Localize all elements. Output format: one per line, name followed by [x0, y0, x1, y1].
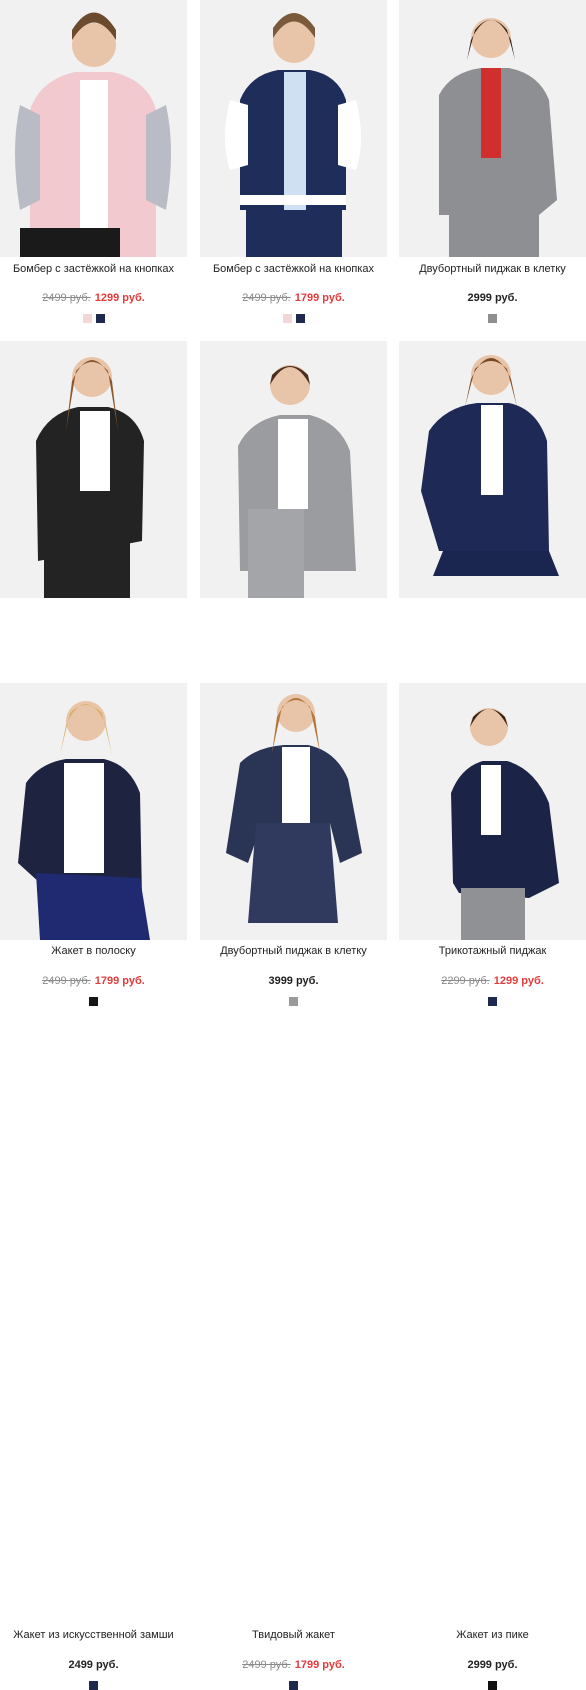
old-price: 2499 руб.	[42, 975, 91, 987]
product-photo[interactable]	[399, 341, 586, 598]
product-photo[interactable]	[399, 0, 586, 257]
product-grid: Бомбер с застёжкой на кнопках 2499 руб. 1…	[0, 0, 586, 1690]
color-swatches	[200, 997, 387, 1006]
product-name[interactable]: Бомбер с застёжкой на кнопках	[200, 263, 387, 275]
old-price: 2499 руб.	[42, 292, 91, 304]
price: 2999 руб.	[467, 292, 518, 304]
color-swatches	[399, 997, 586, 1006]
color-swatches	[0, 997, 187, 1006]
sale-price: 1799 руб.	[294, 292, 345, 304]
product-photo[interactable]	[200, 0, 387, 257]
color-swatches	[200, 1681, 387, 1690]
color-swatch[interactable]	[488, 1681, 497, 1690]
product-prices: 2499 руб. 1799 руб.	[200, 292, 387, 304]
sale-price: 1299 руб.	[94, 292, 145, 304]
price: 3999 руб.	[268, 975, 319, 987]
product-prices: 2999 руб.	[399, 1659, 586, 1671]
product-prices: 2299 руб. 1299 руб.	[399, 975, 586, 987]
product-name[interactable]: Трикотажный пиджак	[399, 945, 586, 957]
color-swatch[interactable]	[488, 997, 497, 1006]
product-name[interactable]: Твидовый жакет	[200, 1629, 387, 1641]
color-swatch[interactable]	[488, 314, 497, 323]
product-name[interactable]: Двубортный пиджак в клетку	[200, 945, 387, 957]
color-swatch[interactable]	[95, 314, 105, 323]
color-swatches	[0, 314, 187, 323]
color-swatches	[200, 314, 387, 323]
product-photo[interactable]	[0, 341, 187, 598]
product-photo[interactable]	[399, 683, 586, 940]
product-prices: 2499 руб. 1799 руб.	[200, 1659, 387, 1671]
product-prices: 3999 руб.	[200, 975, 387, 987]
product-photo[interactable]	[200, 341, 387, 598]
sale-price: 1799 руб.	[294, 1659, 345, 1671]
old-price: 2499 руб.	[242, 1659, 291, 1671]
product-photo[interactable]	[0, 0, 187, 257]
color-swatches	[399, 1681, 586, 1690]
sale-price: 1799 руб.	[94, 975, 145, 987]
color-swatch[interactable]	[89, 1681, 98, 1690]
color-swatch[interactable]	[82, 314, 92, 323]
product-photo[interactable]	[200, 683, 387, 940]
price: 2499 руб.	[68, 1659, 119, 1671]
product-name[interactable]: Жакет из искусственной замши	[0, 1629, 187, 1641]
sale-price: 1299 руб.	[493, 975, 544, 987]
color-swatch[interactable]	[89, 997, 98, 1006]
color-swatches	[399, 314, 586, 323]
color-swatch[interactable]	[289, 1681, 298, 1690]
color-swatch[interactable]	[282, 314, 292, 323]
product-photo[interactable]	[0, 683, 187, 940]
product-name[interactable]: Жакет из пике	[399, 1629, 586, 1641]
color-swatch[interactable]	[289, 997, 298, 1006]
product-prices: 2499 руб.	[0, 1659, 187, 1671]
price: 2999 руб.	[467, 1659, 518, 1671]
old-price: 2299 руб.	[441, 975, 490, 987]
product-prices: 2499 руб. 1799 руб.	[0, 975, 187, 987]
old-price: 2499 руб.	[242, 292, 291, 304]
color-swatches	[0, 1681, 187, 1690]
product-prices: 2999 руб.	[399, 292, 586, 304]
product-name[interactable]: Жакет в полоску	[0, 945, 187, 957]
product-name[interactable]: Бомбер с застёжкой на кнопках	[0, 263, 187, 275]
product-name[interactable]: Двубортный пиджак в клетку	[399, 263, 586, 275]
color-swatch[interactable]	[295, 314, 305, 323]
product-prices: 2499 руб. 1299 руб.	[0, 292, 187, 304]
